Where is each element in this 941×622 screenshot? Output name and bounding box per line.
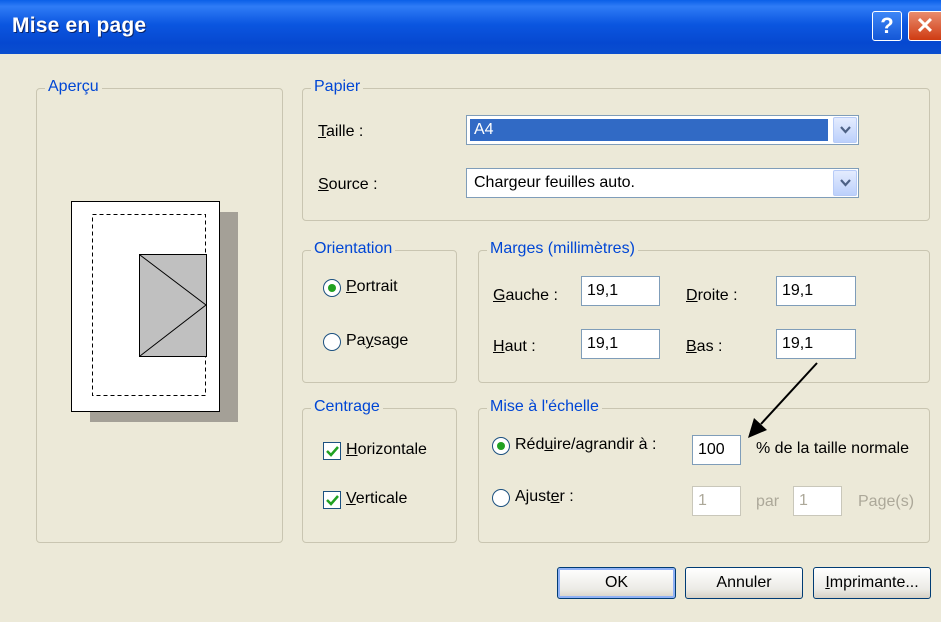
verticale-checkbox[interactable] bbox=[323, 491, 341, 509]
ok-button[interactable]: OK bbox=[557, 567, 676, 599]
ajuster-radio[interactable] bbox=[492, 489, 510, 507]
ajuster-label[interactable]: Ajuster : bbox=[515, 488, 574, 506]
taille-label: Taille : bbox=[318, 123, 364, 140]
echelle-legend: Mise à l'échelle bbox=[487, 398, 602, 416]
checkmark-icon bbox=[326, 446, 339, 457]
papier-legend: Papier bbox=[311, 78, 364, 96]
chevron-down-icon bbox=[840, 179, 851, 187]
portrait-radio[interactable] bbox=[323, 279, 341, 297]
gauche-input[interactable]: 19,1 bbox=[581, 276, 660, 306]
echelle-group: Mise à l'échelle bbox=[478, 398, 930, 543]
orientation-legend: Orientation bbox=[311, 240, 396, 258]
apercu-legend: Aperçu bbox=[45, 78, 102, 96]
centrage-group: Centrage bbox=[302, 398, 457, 543]
taille-value: A4 bbox=[470, 119, 828, 141]
checkmark-icon bbox=[326, 495, 339, 506]
source-label: Source : bbox=[318, 176, 378, 193]
droite-input[interactable]: 19,1 bbox=[776, 276, 856, 306]
title-bar[interactable]: Mise en page ? ✕ bbox=[0, 0, 941, 54]
source-dropdown-button[interactable] bbox=[833, 170, 857, 196]
orientation-group: Orientation bbox=[302, 240, 457, 383]
annuler-button[interactable]: Annuler bbox=[685, 567, 803, 599]
reduire-label[interactable]: Réduire/agrandir à : bbox=[515, 436, 656, 454]
marges-group: Marges (millimètres) bbox=[478, 240, 930, 383]
papier-group: Papier bbox=[302, 78, 930, 221]
window-title: Mise en page bbox=[12, 14, 147, 37]
bas-label: Bas : bbox=[686, 338, 723, 355]
source-value: Chargeur feuilles auto. bbox=[474, 174, 635, 191]
verticale-label[interactable]: Verticale bbox=[346, 490, 407, 508]
page-preview-content bbox=[139, 254, 207, 357]
centrage-legend: Centrage bbox=[311, 398, 383, 416]
portrait-label[interactable]: Portrait bbox=[346, 278, 398, 296]
page-setup-dialog: Mise en page ? ✕ Aperçu Papier Taille : … bbox=[0, 0, 941, 622]
reduire-input[interactable]: 100 bbox=[692, 435, 741, 465]
taille-select[interactable]: A4 bbox=[466, 115, 859, 145]
help-button[interactable]: ? bbox=[872, 11, 902, 41]
gauche-label: Gauche : bbox=[493, 287, 558, 304]
droite-label: Droite : bbox=[686, 287, 738, 304]
bas-input[interactable]: 19,1 bbox=[776, 329, 856, 359]
pages-label: Page(s) bbox=[858, 493, 915, 510]
haut-input[interactable]: 19,1 bbox=[581, 329, 660, 359]
paysage-radio[interactable] bbox=[323, 333, 341, 351]
horizontale-label[interactable]: Horizontale bbox=[346, 441, 427, 459]
par-label: par bbox=[756, 493, 780, 510]
question-mark-icon: ? bbox=[880, 13, 894, 38]
marges-legend: Marges (millimètres) bbox=[487, 240, 638, 258]
ajuster-width-input[interactable]: 1 bbox=[692, 486, 741, 516]
taille-dropdown-button[interactable] bbox=[833, 117, 857, 143]
haut-label: Haut : bbox=[493, 338, 536, 355]
reduire-radio[interactable] bbox=[492, 437, 510, 455]
arrow-annotation bbox=[748, 362, 818, 438]
chevron-down-icon bbox=[840, 126, 851, 134]
close-button[interactable]: ✕ bbox=[908, 11, 941, 41]
ajuster-height-input[interactable]: 1 bbox=[793, 486, 842, 516]
page-preview bbox=[71, 201, 238, 422]
close-x-icon: ✕ bbox=[915, 13, 935, 38]
source-select[interactable]: Chargeur feuilles auto. bbox=[466, 168, 859, 198]
horizontale-checkbox[interactable] bbox=[323, 442, 341, 460]
imprimante-button[interactable]: Imprimante... bbox=[813, 567, 931, 599]
paysage-label[interactable]: Paysage bbox=[346, 332, 408, 350]
